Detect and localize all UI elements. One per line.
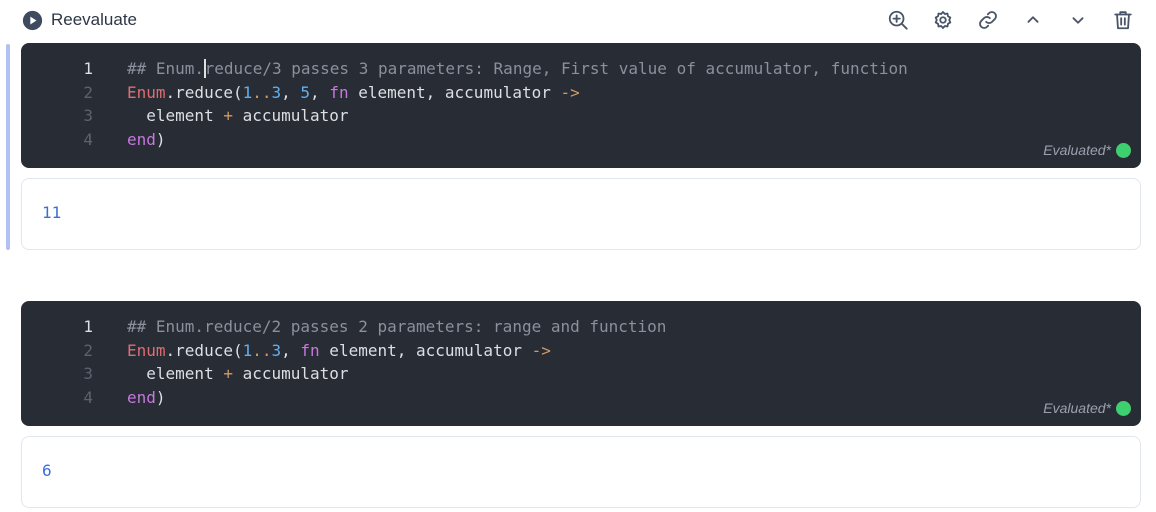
code-token: ) xyxy=(155,387,166,407)
gear-icon xyxy=(934,11,952,29)
code-line: 4 end) xyxy=(21,128,1141,152)
code-token: 1 xyxy=(242,82,253,102)
chevron-up-icon xyxy=(1027,16,1039,23)
code-editor[interactable]: 1 ## Enum.reduce/3 passes 3 parameters: R… xyxy=(21,43,1141,168)
reevaluate-button[interactable]: Reevaluate xyxy=(22,9,137,31)
code-token: element, accumulator xyxy=(319,340,532,360)
line-number: 3 xyxy=(83,364,93,384)
code-token: reduce/3 passes 3 parameters: Range, Fir… xyxy=(204,59,908,78)
code-token: 3 xyxy=(271,340,282,360)
code-token: accumulator xyxy=(232,364,349,384)
line-number: 1 xyxy=(83,59,93,78)
evaluation-status: Evaluated* xyxy=(1043,142,1131,158)
code-lines: 1 ## Enum.reduce/3 passes 3 parameters: R… xyxy=(21,57,1141,151)
code-token: , xyxy=(281,340,301,360)
cell-focus-indicator xyxy=(6,44,10,250)
cell-output: 6 xyxy=(21,436,1141,508)
code-line: 2 Enum.reduce(1..3, 5, fn element, accumu… xyxy=(21,81,1141,105)
code-token: end xyxy=(127,129,156,149)
code-token: -> xyxy=(531,340,551,360)
trash-icon xyxy=(1114,11,1132,30)
code-line: 3 element + accumulator xyxy=(21,104,1141,128)
code-token: 5 xyxy=(300,82,311,102)
code-token: element xyxy=(127,364,224,384)
code-token: .reduce( xyxy=(165,340,243,360)
code-text: end) xyxy=(127,128,166,152)
evaluated-status-dot xyxy=(1116,142,1131,158)
code-text: Enum.reduce(1..3, fn element, accumulato… xyxy=(127,339,551,363)
output-value: 11 xyxy=(42,203,62,222)
code-text: ## Enum.reduce/2 passes 2 parameters: ra… xyxy=(127,315,666,339)
code-token: Enum xyxy=(127,82,166,102)
chevron-down-icon xyxy=(1072,17,1084,24)
code-token: .. xyxy=(252,340,272,360)
link-button[interactable] xyxy=(976,8,1000,32)
code-line: 4 end) xyxy=(21,386,1141,410)
play-circle-icon xyxy=(22,10,43,30)
evaluation-status-label: Evaluated* xyxy=(1043,142,1111,158)
code-token: ## Enum.reduce/2 passes 2 parameters: ra… xyxy=(127,317,667,336)
evaluation-status: Evaluated* xyxy=(1043,400,1131,416)
code-token: end xyxy=(127,387,156,407)
code-token: + xyxy=(223,106,233,126)
code-text: element + accumulator xyxy=(127,362,349,386)
code-token: fn xyxy=(300,340,320,360)
code-token: -> xyxy=(560,82,580,102)
code-token: 1 xyxy=(242,340,253,360)
code-token: + xyxy=(223,364,233,384)
link-icon xyxy=(979,11,997,29)
evaluated-status-dot xyxy=(1116,400,1131,416)
code-token: ) xyxy=(155,129,166,149)
line-number: 2 xyxy=(83,82,93,102)
delete-button[interactable] xyxy=(1111,8,1135,32)
code-text: element + accumulator xyxy=(127,104,349,128)
code-token: element, accumulator xyxy=(348,82,561,102)
code-token: Enum xyxy=(127,340,166,360)
output-value: 6 xyxy=(42,461,52,480)
zoom-in-button[interactable] xyxy=(886,8,910,32)
code-text: ## Enum.reduce/3 passes 3 parameters: Ra… xyxy=(127,57,908,81)
code-token: .reduce( xyxy=(165,82,243,102)
line-number: 3 xyxy=(83,106,93,126)
reevaluate-label: Reevaluate xyxy=(51,10,138,29)
code-line: 3 element + accumulator xyxy=(21,362,1141,386)
code-token: ## Enum. xyxy=(127,59,205,78)
code-text: Enum.reduce(1..3, 5, fn element, accumul… xyxy=(127,81,580,105)
code-line: 1 ## Enum.reduce/3 passes 3 parameters: R… xyxy=(21,57,1141,81)
code-token: fn xyxy=(329,82,349,102)
cell-output: 11 xyxy=(21,178,1141,250)
code-editor[interactable]: 1 ## Enum.reduce/2 passes 2 parameters: r… xyxy=(21,301,1141,426)
evaluation-status-label: Evaluated* xyxy=(1043,400,1111,416)
code-text: end) xyxy=(127,386,166,410)
code-token: element xyxy=(127,106,224,126)
code-token: .. xyxy=(252,82,272,102)
code-token: , xyxy=(281,82,301,102)
line-number: 1 xyxy=(83,317,93,336)
code-line: 2 Enum.reduce(1..3, fn element, accumulat… xyxy=(21,339,1141,363)
move-up-button[interactable] xyxy=(1021,8,1045,32)
line-number: 2 xyxy=(83,340,93,360)
move-down-button[interactable] xyxy=(1066,8,1090,32)
line-number: 4 xyxy=(83,387,93,407)
code-lines: 1 ## Enum.reduce/2 passes 2 parameters: r… xyxy=(21,315,1141,409)
notebook-page: Reevaluate 1 ## Enum.reduce/3 passes 3 p… xyxy=(0,0,1156,512)
settings-button[interactable] xyxy=(931,8,955,32)
cell-toolbar: Reevaluate xyxy=(0,0,1156,40)
code-token: 3 xyxy=(271,82,282,102)
code-token: accumulator xyxy=(232,106,349,126)
line-number: 4 xyxy=(83,129,93,149)
zoom-in-icon xyxy=(888,10,908,30)
code-token: , xyxy=(310,82,330,102)
code-line: 1 ## Enum.reduce/2 passes 2 parameters: r… xyxy=(21,315,1141,339)
